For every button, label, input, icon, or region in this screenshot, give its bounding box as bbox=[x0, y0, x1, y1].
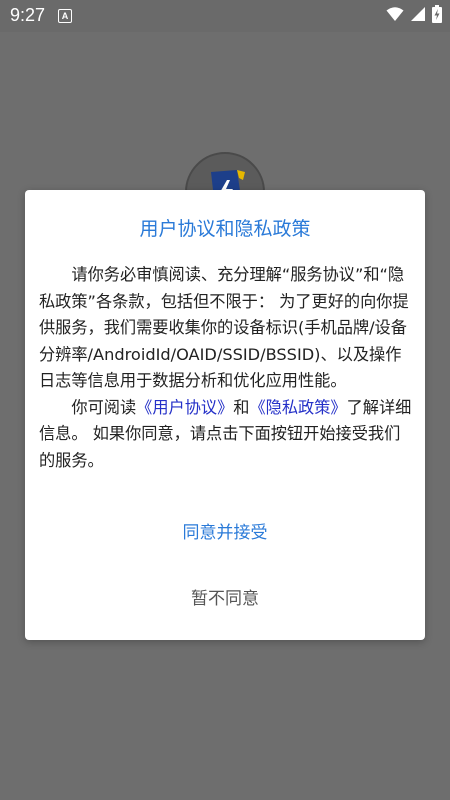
battery-icon bbox=[432, 5, 442, 27]
status-icons bbox=[386, 5, 442, 27]
privacy-dialog: 用户协议和隐私政策 请你务必审慎阅读、充分理解“服务协议”和“隐私政策”各条款，… bbox=[25, 190, 425, 640]
dialog-body: 请你务必审慎阅读、充分理解“服务协议”和“隐私政策”各条款，包括但不限于： 为了… bbox=[39, 262, 413, 474]
navigation-bar bbox=[0, 760, 450, 800]
paragraph-2-prefix: 你可阅读 bbox=[71, 397, 137, 417]
dialog-title: 用户协议和隐私政策 bbox=[139, 218, 311, 240]
privacy-policy-link[interactable]: 《隐私政策》 bbox=[249, 398, 346, 417]
dialog-paragraph-1: 请你务必审慎阅读、充分理解“服务协议”和“隐私政策”各条款，包括但不限于： 为了… bbox=[39, 265, 409, 390]
notification-app-icon: A bbox=[58, 9, 72, 23]
status-bar: 9:27 A bbox=[0, 0, 450, 32]
signal-icon bbox=[410, 6, 426, 26]
disagree-button[interactable]: 暂不同意 bbox=[25, 578, 425, 618]
status-time: 9:27 bbox=[10, 5, 46, 25]
user-agreement-link[interactable]: 《用户协议》 bbox=[136, 398, 233, 417]
screen: 9:27 A 用户协议和隐私政策 请你务必审慎阅读、充分理解“服务协议”和“隐私… bbox=[0, 0, 450, 800]
paragraph-2-and: 和 bbox=[233, 397, 250, 417]
agree-button[interactable]: 同意并接受 bbox=[25, 512, 425, 552]
dialog-paragraph-2: 你可阅读《用户协议》和《隐私政策》了解详细信息。 如果你同意，请点击下面按钮开始… bbox=[39, 395, 413, 475]
wifi-icon bbox=[386, 6, 404, 26]
